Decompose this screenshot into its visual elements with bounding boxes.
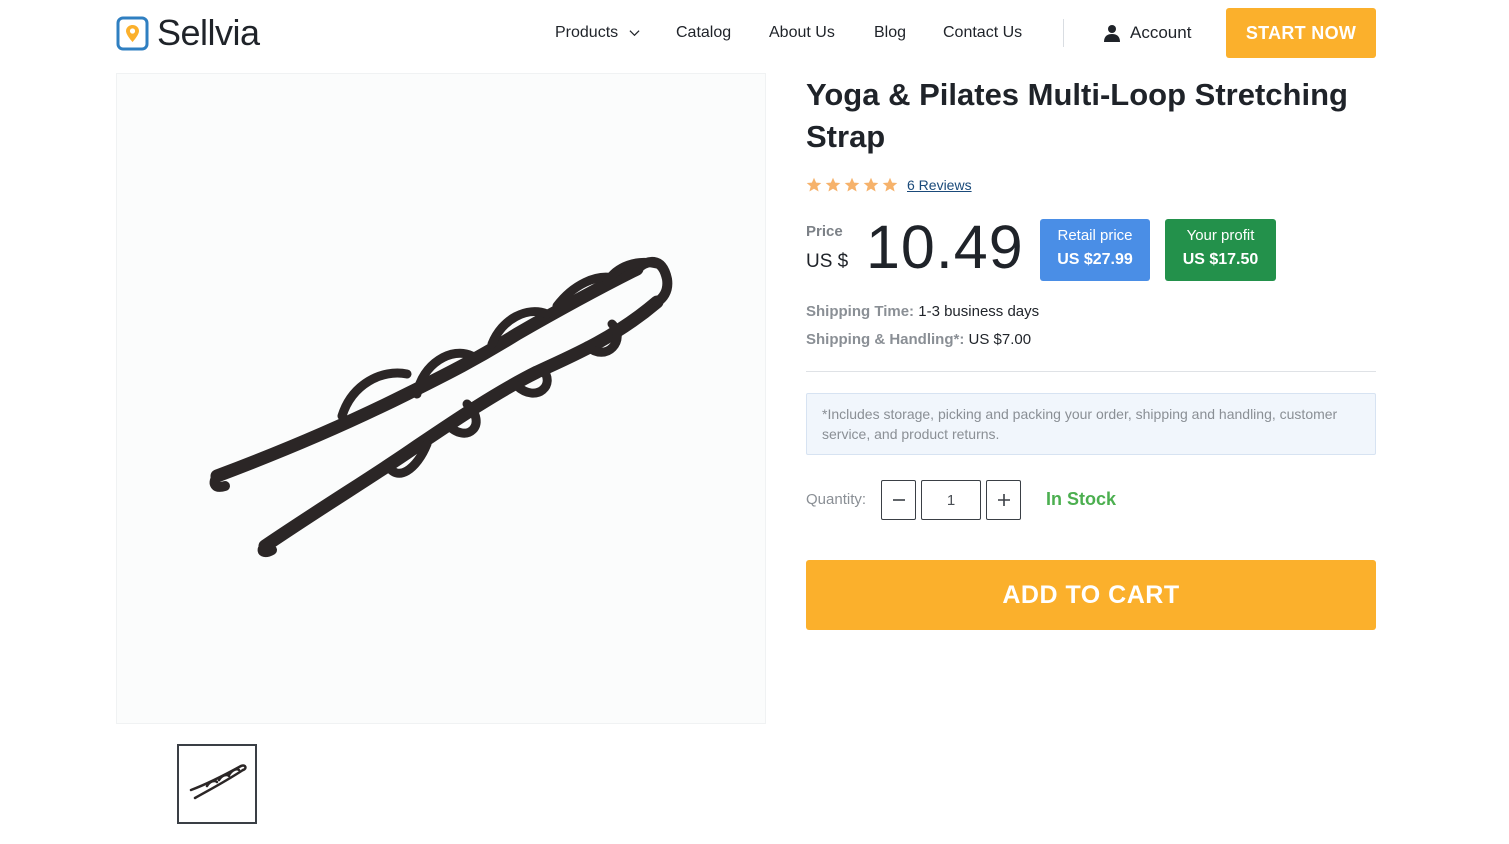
price-label: Price [806,223,843,240]
shipping-time-label: Shipping Time: [806,303,915,320]
user-icon [1104,25,1120,42]
nav-catalog[interactable]: Catalog [676,20,731,46]
quantity-label: Quantity: [806,491,867,508]
retail-price-value: US $27.99 [1057,251,1133,268]
quantity-decrement-button[interactable] [881,480,916,520]
product-title: Yoga & Pilates Multi-Loop Stretching Str… [806,77,1348,154]
star-icon [825,177,841,192]
rating: 6 Reviews [806,177,972,193]
logo-text: Sellvia [157,12,260,53]
minus-icon [892,499,905,501]
account-link[interactable]: Account [1103,20,1191,46]
quantity-input[interactable] [921,480,981,520]
star-icon [863,177,879,192]
price-currency: US $ [806,251,849,272]
reviews-link[interactable]: 6 Reviews [907,177,972,193]
thumbnail-strap-image [189,764,247,800]
start-now-button[interactable]: START NOW [1226,8,1376,58]
shipping-handling-row: Shipping & Handling*: US $7.00 [806,331,1031,348]
account-label: Account [1130,23,1192,42]
nav-about-us[interactable]: About Us [769,20,835,46]
product-thumbnail[interactable] [177,744,257,824]
profit-badge: Your profit US $17.50 [1165,219,1276,281]
star-icon [806,177,822,192]
price-value: 10.49 [866,213,1024,281]
product-main-image[interactable] [116,73,766,724]
shipping-time-row: Shipping Time: 1-3 business days [806,303,1039,320]
nav-divider [1063,19,1064,47]
add-to-cart-button[interactable]: ADD TO CART [806,560,1376,630]
star-icon [844,177,860,192]
shipping-handling-label: Shipping & Handling*: [806,331,965,348]
quantity-increment-button[interactable] [986,480,1021,520]
retail-price-label: Retail price [1057,227,1133,244]
site-header: Sellvia Products Catalog About Us Blog C… [0,0,1509,66]
logo-icon [116,16,149,50]
profit-label: Your profit [1186,227,1255,244]
nav-blog[interactable]: Blog [874,20,906,46]
star-icon [882,177,898,192]
retail-price-badge: Retail price US $27.99 [1040,219,1150,281]
nav-contact-us[interactable]: Contact Us [943,20,1022,46]
stretching-strap-image [209,257,673,558]
logo[interactable]: Sellvia [116,14,260,52]
shipping-time-value: 1-3 business days [918,303,1040,320]
shipping-handling-value: US $7.00 [968,331,1032,348]
plus-icon [997,494,1010,506]
profit-value: US $17.50 [1182,251,1259,268]
shipping-note: *Includes storage, picking and packing y… [806,393,1376,455]
nav-products[interactable]: Products [555,20,640,46]
nav-products-label: Products [555,24,619,41]
divider [806,371,1376,372]
chevron-down-icon [629,30,640,37]
stock-status: In Stock [1046,489,1117,509]
